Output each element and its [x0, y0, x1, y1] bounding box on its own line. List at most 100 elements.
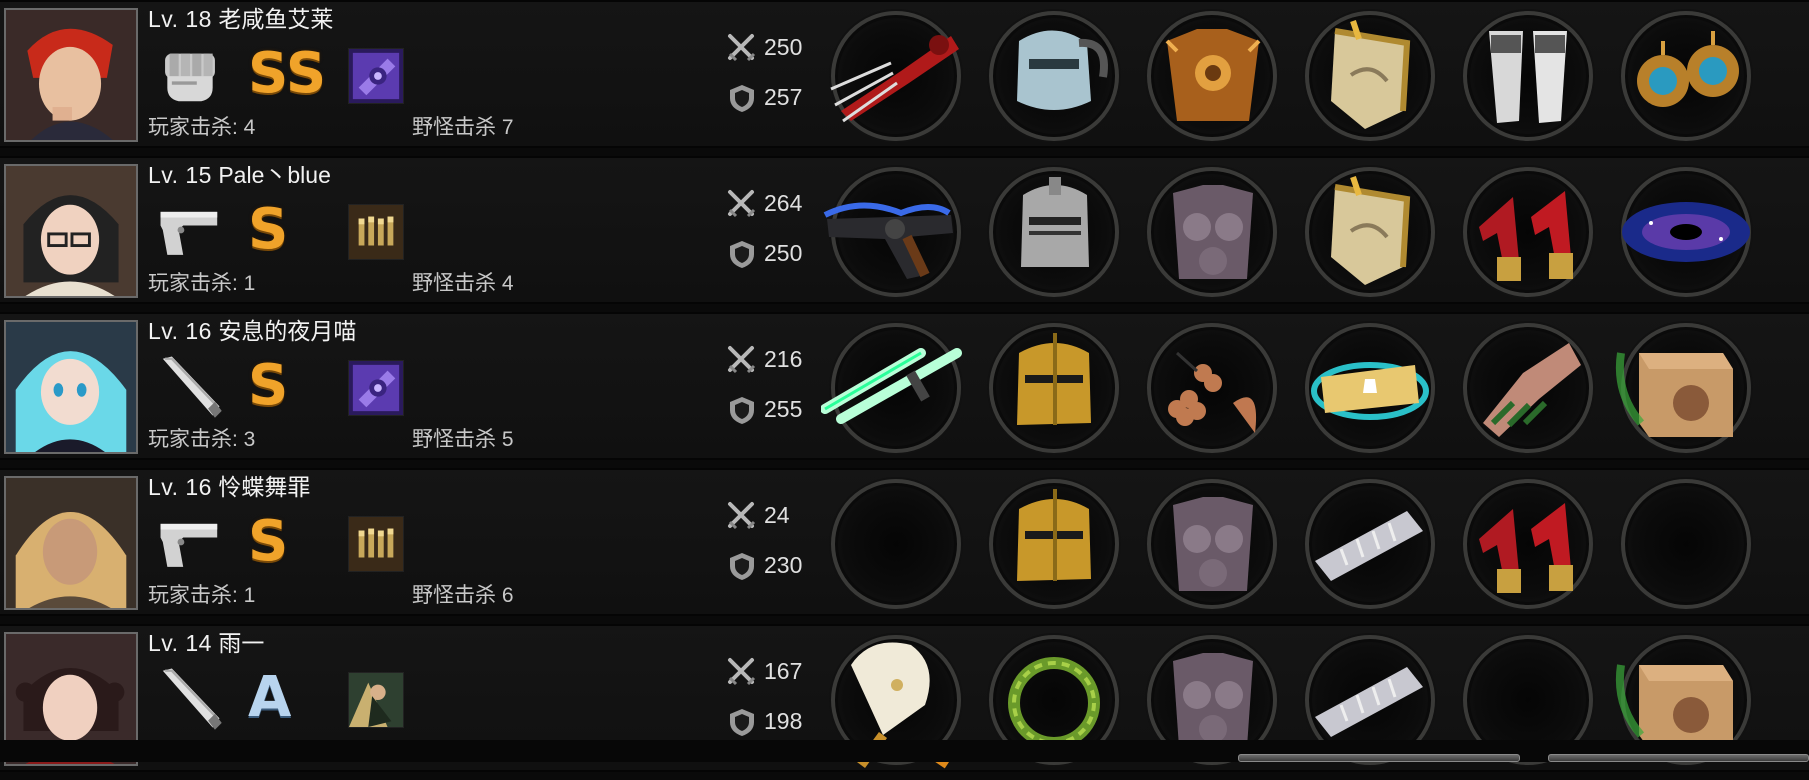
- player-kills: 玩家击杀: 1: [148, 584, 256, 607]
- equipment-slot[interactable]: [1147, 167, 1277, 297]
- bullets-skill-icon[interactable]: [348, 204, 404, 260]
- equipment-slot[interactable]: [1621, 167, 1751, 297]
- defense-stat: 257: [726, 80, 816, 114]
- mystery-box-icon: [1611, 313, 1761, 463]
- equipment-slot[interactable]: [830, 11, 961, 141]
- shield-icon: [730, 241, 754, 268]
- equipment-slot[interactable]: [1615, 323, 1751, 453]
- shield-icon: [730, 397, 754, 424]
- equipment-slot[interactable]: [989, 167, 1119, 297]
- player-title: Lv. 15 Pale丶blue: [148, 160, 331, 190]
- player-avatar[interactable]: [4, 320, 138, 454]
- blue-gem-earrings-icon: [1611, 1, 1761, 151]
- crossed-swords-icon: [728, 346, 756, 374]
- player-row[interactable]: Lv. 18 老咸鱼艾莱 SS 玩家击杀: 4 野怪击杀 7 250 257: [0, 0, 1809, 148]
- equipment-slot[interactable]: [1147, 11, 1277, 141]
- attack-stat: 264: [726, 186, 816, 220]
- equipment-slot[interactable]: [989, 479, 1119, 609]
- empty-equipment-slot[interactable]: [831, 479, 961, 609]
- empty-equipment-slot[interactable]: [1621, 479, 1751, 609]
- defense-stat: 250: [726, 236, 816, 270]
- equipment-slot[interactable]: [1463, 479, 1593, 609]
- attack-stat: 250: [726, 30, 816, 64]
- player-name: 怜蝶舞罪: [218, 474, 311, 500]
- green-light-sabers-icon: [820, 313, 971, 463]
- player-row[interactable]: Lv. 16 安息的夜月喵 S 玩家击杀: 3 野怪击杀 5 216 255: [0, 312, 1809, 460]
- attack-stat: 167: [726, 654, 816, 688]
- player-avatar[interactable]: [4, 8, 138, 142]
- equipment-slot[interactable]: [989, 11, 1119, 141]
- player-kills: 玩家击杀: 1: [148, 272, 256, 295]
- player-avatar[interactable]: [4, 164, 138, 298]
- golden-helmet-icon: [979, 313, 1129, 463]
- equipment-slot[interactable]: [820, 323, 962, 453]
- defense-stat: 255: [726, 392, 816, 426]
- equipment-slot[interactable]: [989, 323, 1119, 453]
- defense-value: 255: [764, 396, 803, 422]
- crossed-swords-icon: [728, 190, 756, 218]
- player-title: Lv. 14 雨一: [148, 628, 264, 658]
- attack-value: 24: [764, 502, 790, 528]
- golden-shield-icon: [1295, 157, 1445, 307]
- equipment-slot[interactable]: [1463, 323, 1593, 453]
- monster-kills: 野怪击杀 7: [412, 116, 514, 139]
- player-title: Lv. 16 安息的夜月喵: [148, 316, 356, 346]
- player-avatar[interactable]: [4, 476, 138, 610]
- galaxy-orb-icon: [1611, 157, 1761, 307]
- attack-value: 250: [764, 34, 803, 60]
- scrollbar-right[interactable]: [1548, 754, 1809, 762]
- bullets-skill-icon[interactable]: [348, 516, 404, 572]
- copper-gauntlet-icon: [1453, 313, 1603, 463]
- silver-knight-helmet-icon: [979, 1, 1129, 151]
- rank-badge: S: [248, 353, 289, 418]
- attack-stat: 24: [726, 498, 816, 532]
- gold-bracelet-icon: [1295, 313, 1445, 463]
- rank-badge: SS: [248, 41, 327, 106]
- silver-greaves-icon: [1453, 1, 1603, 151]
- equipment-slot[interactable]: [1147, 323, 1277, 453]
- attack-value: 264: [764, 190, 803, 216]
- player-row[interactable]: Lv. 16 怜蝶舞罪 S 玩家击杀: 1 野怪击杀 6 24 230: [0, 468, 1809, 616]
- attack-value: 167: [764, 658, 803, 684]
- equipment-slot[interactable]: [1147, 479, 1277, 609]
- equipment-slot[interactable]: [1305, 167, 1435, 297]
- bat-icon: [156, 664, 224, 732]
- player-name: 老咸鱼艾莱: [218, 6, 334, 32]
- blue-flame-revolver-icon: [821, 157, 971, 307]
- fist-icon: [156, 40, 224, 108]
- dancer-skill-icon[interactable]: [348, 672, 404, 728]
- scrollbar-left[interactable]: [1238, 754, 1520, 762]
- bat-icon: [156, 352, 224, 420]
- player-name: 安息的夜月喵: [218, 318, 357, 344]
- defense-value: 198: [764, 708, 803, 734]
- rank-badge: A: [248, 665, 292, 730]
- purple-gear-skill-icon[interactable]: [348, 360, 404, 416]
- rank-badge: S: [248, 197, 289, 262]
- player-kills: 玩家击杀: 4: [148, 116, 256, 139]
- monster-kills: 野怪击杀 4: [412, 272, 514, 295]
- equipment-slot[interactable]: [1463, 167, 1593, 297]
- equipment-slot[interactable]: [1305, 11, 1435, 141]
- crossed-swords-icon: [728, 34, 756, 62]
- equipment-slot[interactable]: [1305, 323, 1435, 453]
- purple-gear-skill-icon[interactable]: [348, 48, 404, 104]
- shield-icon: [730, 709, 754, 736]
- grape-accessory-icon: [1137, 313, 1287, 463]
- crossed-swords-icon: [728, 502, 756, 530]
- equipment-slot[interactable]: [823, 167, 961, 297]
- golden-shield-icon: [1295, 1, 1445, 151]
- rank-badge: S: [248, 509, 289, 574]
- equipment-slot[interactable]: [1463, 11, 1593, 141]
- player-level: Lv. 18: [148, 6, 212, 32]
- stone-armor-icon: [1137, 469, 1287, 619]
- golden-helmet-icon: [979, 469, 1129, 619]
- monster-kills: 野怪击杀 6: [412, 584, 514, 607]
- shield-icon: [730, 553, 754, 580]
- equipment-slot[interactable]: [1621, 11, 1751, 141]
- monster-kills: 野怪击杀 5: [412, 428, 514, 451]
- player-row[interactable]: Lv. 15 Pale丶blue S 玩家击杀: 1 野怪击杀 4 264 25…: [0, 156, 1809, 304]
- red-high-heels-icon: [1453, 469, 1603, 619]
- defense-value: 230: [764, 552, 803, 578]
- defense-stat: 198: [726, 704, 816, 738]
- equipment-slot[interactable]: [1305, 479, 1435, 609]
